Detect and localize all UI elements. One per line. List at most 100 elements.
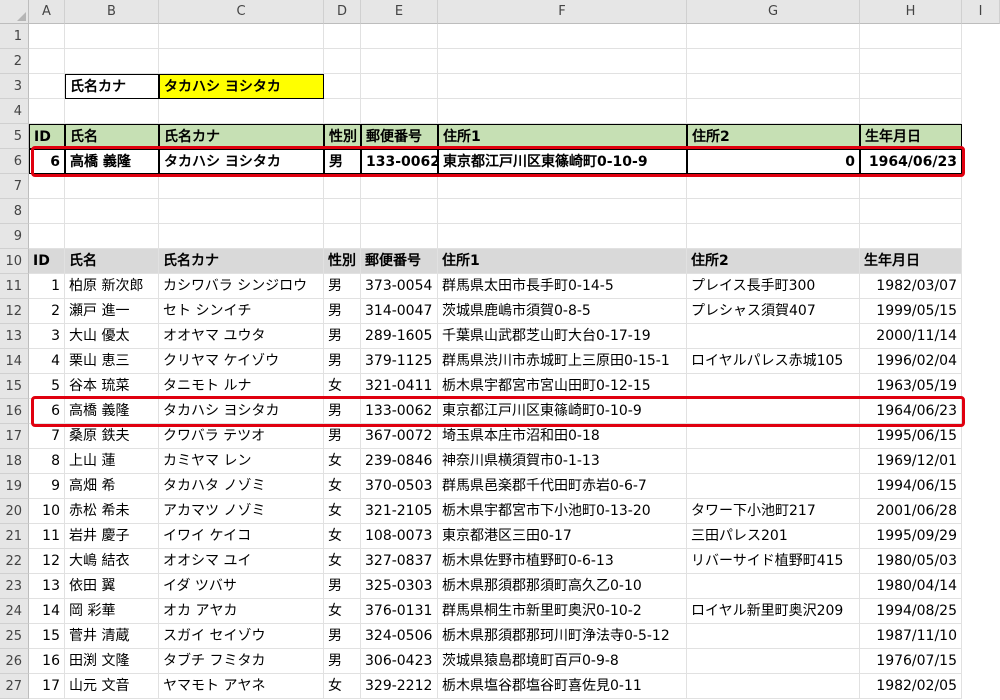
grid-cell[interactable] <box>361 99 438 124</box>
data-cell[interactable]: 岩井 慶子 <box>65 524 159 549</box>
grid-cell[interactable] <box>687 49 860 74</box>
data-cell[interactable]: 321-0411 <box>361 374 438 399</box>
row-header-1[interactable]: 1 <box>0 24 29 49</box>
grid-cell[interactable] <box>361 174 438 199</box>
grid-cell[interactable] <box>438 99 687 124</box>
data-cell[interactable]: 1980/05/03 <box>860 549 962 574</box>
data-cell[interactable]: 314-0047 <box>361 299 438 324</box>
data-cell[interactable]: 女 <box>324 474 361 499</box>
data-cell[interactable]: 大山 優太 <box>65 324 159 349</box>
data-cell[interactable]: 1963/05/19 <box>860 374 962 399</box>
data-cell[interactable]: 栃木県宇都宮市宮山田町0-12-15 <box>438 374 687 399</box>
data-header-5[interactable]: 住所1 <box>438 249 687 274</box>
result-cell-0[interactable]: 6 <box>29 149 65 174</box>
data-cell[interactable]: 栃木県塩谷郡塩谷町喜佐見0-11 <box>438 674 687 699</box>
grid-cell[interactable] <box>438 24 687 49</box>
data-cell[interactable]: プレシャス須賀407 <box>687 299 860 324</box>
row-header-21[interactable]: 21 <box>0 524 29 549</box>
data-cell[interactable]: 1996/02/04 <box>860 349 962 374</box>
data-cell[interactable]: 群馬県邑楽郡千代田町赤岩0-6-7 <box>438 474 687 499</box>
grid-cell[interactable] <box>159 174 324 199</box>
column-header-g[interactable]: G <box>687 0 860 24</box>
data-cell[interactable]: 327-0837 <box>361 549 438 574</box>
data-cell[interactable]: オオヤマ ユウタ <box>159 324 324 349</box>
data-cell[interactable]: 栗山 恵三 <box>65 349 159 374</box>
data-cell[interactable]: 2 <box>29 299 65 324</box>
grid-cell[interactable] <box>687 199 860 224</box>
grid-cell[interactable] <box>324 174 361 199</box>
grid-cell[interactable] <box>159 99 324 124</box>
data-cell[interactable]: 男 <box>324 349 361 374</box>
column-header-f[interactable]: F <box>438 0 687 24</box>
data-cell[interactable]: 379-1125 <box>361 349 438 374</box>
data-cell[interactable]: アカマツ ノゾミ <box>159 499 324 524</box>
grid-cell[interactable] <box>65 174 159 199</box>
row-header-6[interactable]: 6 <box>0 149 29 174</box>
data-cell[interactable]: カミヤマ レン <box>159 449 324 474</box>
data-cell[interactable]: 女 <box>324 599 361 624</box>
grid-cell[interactable] <box>687 174 860 199</box>
data-cell[interactable]: 373-0054 <box>361 274 438 299</box>
data-cell[interactable]: タニモト ルナ <box>159 374 324 399</box>
data-cell[interactable]: 高畑 希 <box>65 474 159 499</box>
data-cell[interactable]: ロイヤルパレス赤城105 <box>687 349 860 374</box>
result-cell-6[interactable]: 0 <box>687 149 860 174</box>
data-cell[interactable]: 1976/07/15 <box>860 649 962 674</box>
row-header-5[interactable]: 5 <box>0 124 29 149</box>
data-cell[interactable]: 321-2105 <box>361 499 438 524</box>
data-cell[interactable]: 茨城県猿島郡境町百戸0-9-8 <box>438 649 687 674</box>
grid-cell[interactable] <box>361 74 438 99</box>
row-header-17[interactable]: 17 <box>0 424 29 449</box>
data-cell[interactable]: タワー下小池町217 <box>687 499 860 524</box>
data-cell[interactable]: 高橋 義隆 <box>65 399 159 424</box>
data-cell[interactable]: クワバラ テツオ <box>159 424 324 449</box>
row-header-2[interactable]: 2 <box>0 49 29 74</box>
grid-cell[interactable] <box>687 99 860 124</box>
data-cell[interactable]: 1995/06/15 <box>860 424 962 449</box>
data-cell[interactable] <box>687 624 860 649</box>
data-cell[interactable]: 女 <box>324 549 361 574</box>
grid-cell[interactable] <box>687 224 860 249</box>
result-cell-2[interactable]: タカハシ ヨシタカ <box>159 149 324 174</box>
row-header-12[interactable]: 12 <box>0 299 29 324</box>
data-cell[interactable]: 5 <box>29 374 65 399</box>
result-cell-3[interactable]: 男 <box>324 149 361 174</box>
grid-cell[interactable] <box>361 24 438 49</box>
data-cell[interactable]: 329-2212 <box>361 674 438 699</box>
grid-cell[interactable] <box>324 24 361 49</box>
data-cell[interactable]: 男 <box>324 624 361 649</box>
data-cell[interactable]: セト シンイチ <box>159 299 324 324</box>
row-header-4[interactable]: 4 <box>0 99 29 124</box>
data-cell[interactable]: スガイ セイゾウ <box>159 624 324 649</box>
data-cell[interactable]: 栃木県宇都宮市下小池町0-13-20 <box>438 499 687 524</box>
data-cell[interactable]: 4 <box>29 349 65 374</box>
grid-cell[interactable] <box>860 224 962 249</box>
data-cell[interactable]: 三田パレス201 <box>687 524 860 549</box>
data-cell[interactable]: 1969/12/01 <box>860 449 962 474</box>
data-cell[interactable]: イダ ツバサ <box>159 574 324 599</box>
data-cell[interactable]: オカ アヤカ <box>159 599 324 624</box>
data-cell[interactable]: イワイ ケイコ <box>159 524 324 549</box>
row-header-24[interactable]: 24 <box>0 599 29 624</box>
grid-cell[interactable] <box>860 174 962 199</box>
data-cell[interactable] <box>687 474 860 499</box>
result-header-2[interactable]: 氏名カナ <box>159 124 324 149</box>
data-cell[interactable]: 1994/08/25 <box>860 599 962 624</box>
result-header-6[interactable]: 住所2 <box>687 124 860 149</box>
data-cell[interactable]: 山元 文音 <box>65 674 159 699</box>
grid-cell[interactable] <box>687 24 860 49</box>
grid-cell[interactable] <box>361 49 438 74</box>
result-cell-4[interactable]: 133-0062 <box>361 149 438 174</box>
grid-cell[interactable] <box>438 199 687 224</box>
data-cell[interactable]: リバーサイド植野町415 <box>687 549 860 574</box>
data-header-7[interactable]: 生年月日 <box>860 249 962 274</box>
data-cell[interactable]: 306-0423 <box>361 649 438 674</box>
data-cell[interactable]: カシワバラ シンジロウ <box>159 274 324 299</box>
row-header-15[interactable]: 15 <box>0 374 29 399</box>
row-header-25[interactable]: 25 <box>0 624 29 649</box>
data-cell[interactable]: 2001/06/28 <box>860 499 962 524</box>
data-cell[interactable]: 男 <box>324 649 361 674</box>
data-cell[interactable]: 1987/11/10 <box>860 624 962 649</box>
data-cell[interactable]: 神奈川県横須賀市0-1-13 <box>438 449 687 474</box>
result-cell-1[interactable]: 高橋 義隆 <box>65 149 159 174</box>
